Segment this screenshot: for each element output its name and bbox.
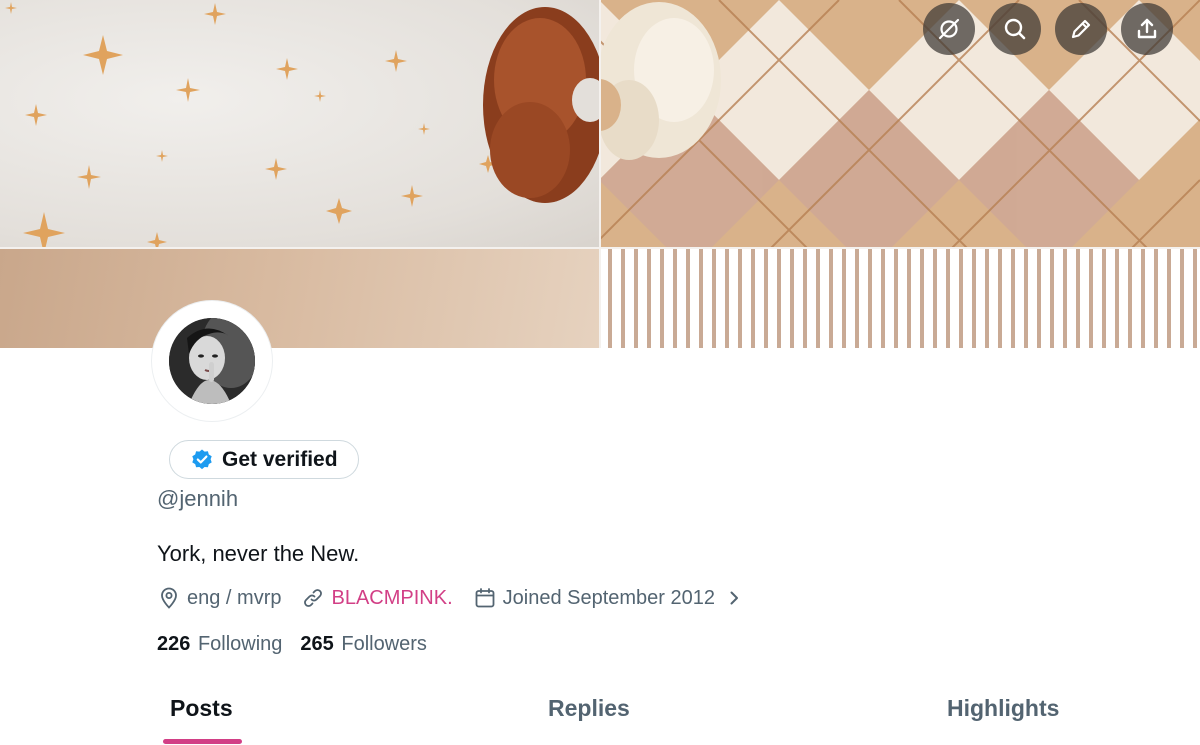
calendar-icon — [475, 588, 495, 608]
location-pin-icon — [161, 587, 177, 609]
following-count: 226 — [157, 633, 191, 655]
link-icon — [304, 589, 323, 607]
website-link[interactable]: BLACMPINK. — [331, 587, 452, 610]
banner-stripes-panel — [599, 249, 1200, 348]
following-label: Following — [197, 633, 283, 655]
get-verified-label: Get verified — [222, 447, 338, 471]
profile-tabs: Posts Replies Highlights — [0, 685, 1200, 745]
share-icon — [1137, 18, 1157, 39]
avatar[interactable] — [152, 301, 272, 421]
search-icon — [1004, 18, 1026, 40]
following-link[interactable]: 226 Following — [157, 633, 282, 656]
edit-profile-button[interactable] — [1055, 3, 1107, 55]
tab-replies[interactable]: Replies — [548, 695, 630, 722]
tab-posts[interactable]: Posts — [170, 695, 233, 722]
chevron-right-icon — [730, 591, 739, 605]
profile-handle: @jennih — [157, 486, 239, 511]
followers-label: Followers — [341, 633, 427, 655]
followers-count: 265 — [300, 633, 334, 655]
location-text: eng / mvrp — [187, 586, 282, 609]
banner-actions — [923, 3, 1173, 55]
banner-beige-panel — [0, 249, 599, 348]
website-item[interactable]: BLACMPINK. — [301, 586, 453, 610]
banner-divider — [599, 0, 601, 348]
share-button[interactable] — [1121, 3, 1173, 55]
joined-date-text: Joined September 2012 — [502, 586, 716, 609]
profile-meta: eng / mvrp BLACMPINK. Joined September 2… — [157, 586, 763, 610]
sparkle-pattern — [5, 2, 599, 248]
joined-date-item[interactable]: Joined September 2012 — [473, 586, 743, 610]
follow-stats: 226 Following 265 Followers — [157, 633, 427, 656]
avatar-image — [169, 318, 255, 404]
get-verified-button[interactable]: Get verified — [169, 440, 359, 479]
search-button[interactable] — [989, 3, 1041, 55]
grok-icon — [938, 18, 960, 40]
profile-banner[interactable] — [0, 0, 1200, 348]
verified-badge-icon — [192, 449, 212, 469]
profile-bio: York, never the New. — [157, 541, 360, 566]
edit-icon — [1071, 19, 1091, 39]
banner-stars-panel — [0, 0, 599, 248]
brown-scrunchie — [483, 7, 599, 203]
grok-button[interactable] — [923, 3, 975, 55]
followers-link[interactable]: 265 Followers — [300, 633, 427, 656]
active-tab-indicator — [163, 739, 242, 744]
tab-highlights[interactable]: Highlights — [947, 695, 1059, 722]
location-item: eng / mvrp — [157, 586, 281, 610]
banner-divider — [0, 247, 1200, 249]
